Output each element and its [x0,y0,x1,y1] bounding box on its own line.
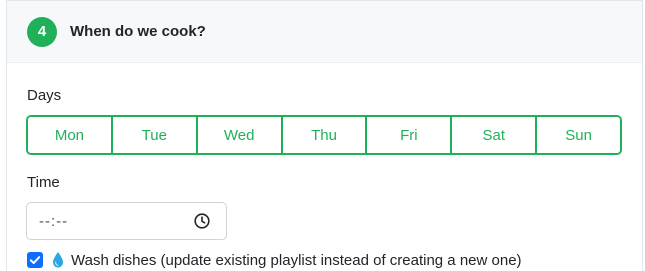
step-number-badge: 4 [27,17,57,47]
day-button-mon[interactable]: Mon [28,117,113,153]
day-button-wed[interactable]: Wed [197,117,283,153]
wash-dishes-label: Wash dishes (update existing playlist in… [71,252,522,269]
time-label: Time [27,174,60,191]
section-title: When do we cook? [70,23,206,40]
card-header: 4 When do we cook? [7,1,642,63]
days-button-group: Mon Tue Wed Thu Fri Sat Sun [26,115,622,155]
wash-dishes-checkbox[interactable] [27,252,43,268]
day-button-thu[interactable]: Thu [282,117,368,153]
water-drop-icon [53,252,63,268]
day-button-sun[interactable]: Sun [537,117,620,153]
clock-icon[interactable] [194,213,210,229]
day-button-sat[interactable]: Sat [452,117,538,153]
time-input-value: --:-- [39,213,69,230]
days-label: Days [27,87,62,104]
day-button-fri[interactable]: Fri [367,117,453,153]
checkbox-checked-icon [29,256,41,264]
day-button-tue[interactable]: Tue [112,117,198,153]
time-input[interactable]: --:-- [26,202,227,240]
